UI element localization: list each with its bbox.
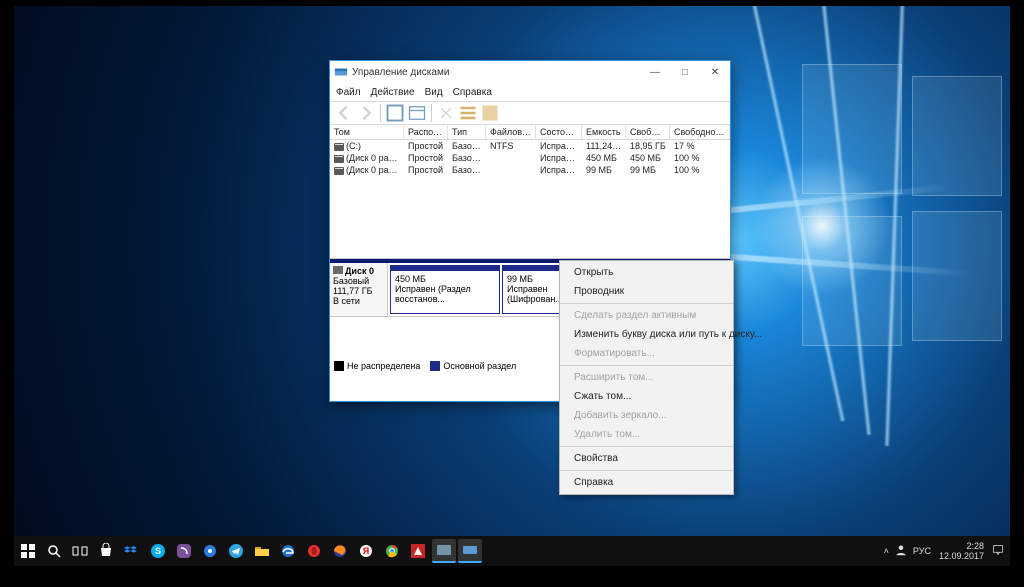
task-view-icon[interactable] [68,539,92,563]
clock-date: 12.09.2017 [939,552,984,561]
window-title: Управление дисками [352,67,449,78]
tray-people-icon[interactable] [895,544,907,558]
partition[interactable]: 450 МБ Исправен (Раздел восстанов... [390,265,500,314]
volume-icon [334,155,344,163]
volume-icon [334,167,344,175]
column-headers[interactable]: Том Располо... Тип Файловая с... Состоян… [330,125,730,140]
disk-icon [333,266,343,274]
context-menu-item: Добавить зеркало... [560,406,733,425]
col-layout[interactable]: Располо... [404,125,448,139]
legend-swatch-primary [430,361,440,371]
tool-forward-icon [356,103,376,123]
col-status[interactable]: Состояние [536,125,582,139]
context-menu-item: Удалить том... [560,425,733,444]
context-menu-item[interactable]: Проводник [560,282,733,301]
search-icon[interactable] [42,539,66,563]
dropbox-icon[interactable] [120,539,144,563]
volume-row[interactable]: (Диск 0 раздел 1) ПростойБазовыйИсправен… [330,152,730,164]
clock-time: 2:28 [966,542,984,551]
context-menu-item: Форматировать... [560,344,733,363]
desktop: Управление дисками — □ ✕ Файл Действие В… [14,6,1010,566]
menubar: Файл Действие Вид Справка [330,83,730,101]
chrome-icon[interactable] [380,539,404,563]
context-menu-item[interactable]: Открыть [560,263,733,282]
context-menu-item: Сделать раздел активным [560,306,733,325]
col-fs[interactable]: Файловая с... [486,125,536,139]
toolbar [330,101,730,125]
tool-list-icon[interactable] [458,103,478,123]
tool-back-icon [334,103,354,123]
edge-icon[interactable] [276,539,300,563]
context-menu-item: Расширить том... [560,368,733,387]
taskbar-diskmgmt[interactable] [458,539,482,563]
context-menu-item[interactable]: Сжать том... [560,387,733,406]
taskbar: S Я ˄ РУС 2:28 12.09.2017 [14,536,1010,566]
taskbar-app-active[interactable] [432,539,456,563]
app-icon-red[interactable] [406,539,430,563]
context-menu: ОткрытьПроводник Сделать раздел активнымИ… [559,260,734,495]
col-volume[interactable]: Том [330,125,404,139]
maximize-button[interactable]: □ [670,61,700,83]
col-type[interactable]: Тип [448,125,486,139]
volume-row[interactable]: (Диск 0 раздел 2) ПростойБазовыйИсправен… [330,164,730,176]
context-menu-item[interactable]: Изменить букву диска или путь к диску... [560,325,733,344]
volume-icon [334,143,344,151]
menu-view[interactable]: Вид [425,87,443,98]
col-free[interactable]: Свобод... [626,125,670,139]
viber-icon[interactable] [172,539,196,563]
disk-info[interactable]: Диск 0 Базовый 111,77 ГБ В сети [330,263,388,316]
volume-list: Том Располо... Тип Файловая с... Состоян… [330,125,730,258]
start-button[interactable] [16,539,40,563]
explorer-icon[interactable] [250,539,274,563]
yandex-icon[interactable]: Я [354,539,378,563]
menu-help[interactable]: Справка [453,87,492,98]
system-tray[interactable]: ˄ РУС [884,544,931,558]
menu-action[interactable]: Действие [371,87,415,98]
skype-icon[interactable]: S [146,539,170,563]
app-icon [334,65,348,79]
tool-detail-icon[interactable] [480,103,500,123]
opera-icon[interactable] [302,539,326,563]
tool-refresh-icon[interactable] [385,103,405,123]
clock[interactable]: 2:28 12.09.2017 [939,542,984,561]
titlebar[interactable]: Управление дисками — □ ✕ [330,61,730,83]
legend-swatch-unalloc [334,361,344,371]
tray-chevron-icon[interactable]: ˄ [884,546,889,556]
photos-icon[interactable] [198,539,222,563]
svg-text:Я: Я [363,546,369,556]
context-menu-item[interactable]: Свойства [560,449,733,468]
volume-row[interactable]: (C:) ПростойБазовыйNTFSИсправен...111,24… [330,140,730,152]
tool-x-icon [436,103,456,123]
language-indicator[interactable]: РУС [913,546,931,556]
svg-text:S: S [155,546,161,556]
col-capacity[interactable]: Емкость [582,125,626,139]
tool-props-icon[interactable] [407,103,427,123]
minimize-button[interactable]: — [640,61,670,83]
action-center-icon[interactable] [992,544,1004,558]
telegram-icon[interactable] [224,539,248,563]
context-menu-item[interactable]: Справка [560,473,733,492]
col-freepct[interactable]: Свободно % [670,125,730,139]
menu-file[interactable]: Файл [336,87,361,98]
close-button[interactable]: ✕ [700,61,730,83]
firefox-icon[interactable] [328,539,352,563]
store-icon[interactable] [94,539,118,563]
